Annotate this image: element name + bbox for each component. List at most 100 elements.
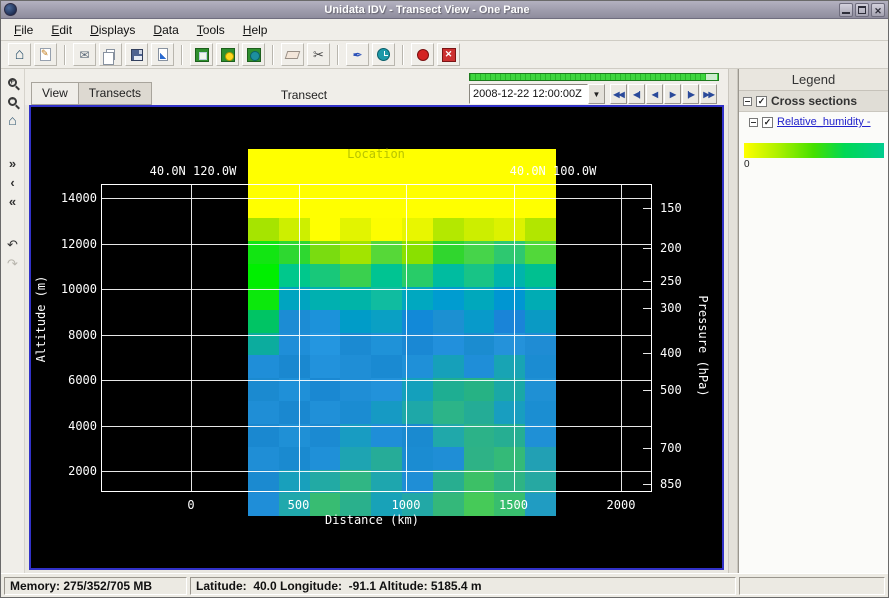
show-globe-button[interactable] — [242, 43, 265, 66]
window-title: Unidata IDV - Transect View - One Pane — [17, 4, 837, 16]
menu-help[interactable]: Help — [234, 21, 277, 39]
redo-button[interactable] — [3, 255, 22, 272]
pressure-tick-label: 400 — [660, 346, 682, 360]
time-dropdown-button[interactable]: ▼ — [588, 84, 605, 104]
save-bundle-button[interactable] — [125, 43, 148, 66]
time-animation-button[interactable] — [372, 43, 395, 66]
step-back-button[interactable]: ◀| — [628, 84, 645, 104]
heatmap-cell — [402, 149, 433, 172]
pressure-tick — [643, 208, 652, 209]
rotate-left-button[interactable] — [3, 174, 22, 191]
close-button[interactable] — [871, 3, 885, 17]
minimize-button[interactable] — [839, 3, 853, 17]
cross-sections-checkbox[interactable] — [756, 96, 767, 107]
go-end-button[interactable]: ▶▶ — [700, 84, 717, 104]
heatmap-cell — [433, 493, 464, 516]
reset-home-button[interactable] — [3, 112, 22, 129]
cut-data-icon — [313, 48, 324, 61]
play-forward-button[interactable]: ▶ — [664, 84, 681, 104]
legend-panel: Legend Cross sections Relative_humidity … — [738, 69, 888, 573]
transect-start-label: 40.0N 120.0W — [150, 164, 237, 178]
toolbar-separator — [181, 45, 183, 65]
remove-all-button[interactable] — [437, 43, 460, 66]
zoom-in-button[interactable] — [3, 74, 22, 91]
undo-button[interactable] — [3, 236, 22, 253]
altitude-tick-label: 14000 — [45, 191, 97, 205]
remove-all-icon — [442, 48, 456, 62]
capture-chart-icon — [158, 48, 168, 61]
altitude-tick-label: 10000 — [45, 282, 97, 296]
copy-display-button[interactable] — [99, 43, 122, 66]
distance-tick-label: 1000 — [376, 498, 436, 512]
show-dashboard-button[interactable] — [8, 43, 31, 66]
animation-buttons: ◀◀◀|◀▶|▶▶▶ — [610, 84, 717, 104]
humidity-colorbar[interactable] — [744, 143, 884, 158]
erase-displays-icon — [285, 51, 301, 59]
title-bar[interactable]: Unidata IDV - Transect View - One Pane — [1, 1, 888, 19]
altitude-tick-label: 4000 — [45, 419, 97, 433]
menu-edit[interactable]: Edit — [42, 21, 81, 39]
rotate-right-icon — [9, 157, 16, 170]
distance-axis-label: Distance (km) — [325, 513, 419, 527]
humidity-display-link[interactable]: Relative_humidity - — [777, 116, 871, 128]
rotate-left-icon — [10, 176, 14, 189]
pressure-tick — [643, 484, 652, 485]
save-bundle-icon — [131, 49, 143, 61]
menu-displays[interactable]: Displays — [81, 21, 144, 39]
pressure-tick — [643, 248, 652, 249]
distance-tick-label: 1500 — [484, 498, 544, 512]
pressure-tick-label: 150 — [660, 201, 682, 215]
cut-data-button[interactable] — [307, 43, 330, 66]
record-movie-button[interactable] — [411, 43, 434, 66]
support-request-button[interactable] — [73, 43, 96, 66]
time-combo: 2008-12-22 12:00:00Z ▼ — [469, 84, 605, 104]
rotate-right-button[interactable] — [3, 155, 22, 172]
legend-group-cross-sections: Cross sections — [739, 91, 888, 112]
idv-window: Unidata IDV - Transect View - One Pane F… — [0, 0, 889, 598]
play-reverse-button[interactable]: ◀ — [646, 84, 663, 104]
erase-displays-button[interactable] — [281, 43, 304, 66]
pressure-tick — [643, 308, 652, 309]
step-forward-button[interactable]: |▶ — [682, 84, 699, 104]
time-animation-timeline[interactable] — [469, 73, 719, 81]
humidity-checkbox[interactable] — [762, 117, 773, 128]
pressure-tick-label: 850 — [660, 477, 682, 491]
legend-splitter[interactable] — [728, 69, 738, 573]
field-selector-button[interactable] — [190, 43, 213, 66]
tab-transects[interactable]: Transects — [78, 82, 152, 105]
view-3d-panel[interactable]: Location 40.0N 120.0W 40.0N 100.0W Altit… — [29, 105, 724, 570]
go-start-button[interactable]: ◀◀ — [610, 84, 627, 104]
maximize-button[interactable] — [855, 3, 869, 17]
heatmap-cell — [464, 149, 495, 172]
reset-home-icon — [8, 113, 16, 127]
tab-view[interactable]: View — [31, 82, 79, 105]
field-selector-icon — [195, 48, 209, 62]
pressure-tick-label: 500 — [660, 383, 682, 397]
rotate-reset-button[interactable] — [3, 193, 22, 210]
tip-of-day-button[interactable] — [216, 43, 239, 66]
memory-status: Memory: 275/352/705 MB — [4, 577, 187, 595]
minimize-icon — [842, 6, 850, 14]
menu-bar: FileEditDisplaysDataToolsHelp — [1, 19, 888, 41]
collapse-group-icon[interactable] — [743, 97, 752, 106]
menu-data[interactable]: Data — [144, 21, 187, 39]
capture-chart-button[interactable] — [151, 43, 174, 66]
status-bar: Memory: 275/352/705 MB Latitude: 40.0 Lo… — [1, 573, 888, 597]
drawing-control-icon — [352, 49, 362, 61]
collapse-item-icon[interactable] — [749, 118, 758, 127]
menu-file[interactable]: File — [5, 21, 42, 39]
support-request-icon — [79, 49, 89, 61]
legend-item-humidity: Relative_humidity - — [739, 112, 888, 131]
edit-formulas-button[interactable] — [34, 43, 57, 66]
legend-title: Legend — [739, 69, 888, 91]
show-dashboard-icon — [15, 47, 25, 63]
distance-tick-label: 2000 — [591, 498, 651, 512]
view-tabs: ViewTransects — [31, 82, 151, 105]
pressure-tick — [643, 390, 652, 391]
zoom-out-button[interactable] — [3, 93, 22, 110]
time-select[interactable]: 2008-12-22 12:00:00Z — [469, 84, 588, 104]
chart-title: Location — [347, 147, 405, 161]
menu-tools[interactable]: Tools — [188, 21, 234, 39]
zoom-out-icon — [8, 97, 17, 106]
drawing-control-button[interactable] — [346, 43, 369, 66]
